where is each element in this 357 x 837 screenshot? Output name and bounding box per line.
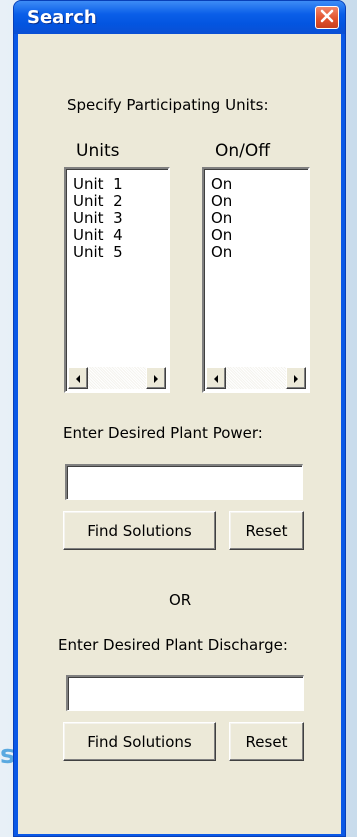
reset-power-button[interactable]: Reset [229, 511, 304, 550]
power-label: Enter Desired Plant Power: [63, 424, 263, 442]
title-bar[interactable]: Search [14, 1, 345, 34]
units-list-item[interactable]: Unit 4 [66, 227, 168, 244]
units-scroll-track[interactable] [88, 367, 146, 389]
instruction-label: Specify Participating Units: [67, 96, 269, 114]
arrow-right-icon [152, 369, 160, 388]
reset-discharge-button[interactable]: Reset [229, 722, 304, 761]
discharge-label: Enter Desired Plant Discharge: [58, 636, 288, 654]
units-list-item[interactable]: Unit 3 [66, 210, 168, 227]
close-button[interactable] [315, 6, 339, 29]
onoff-scroll-right-button[interactable] [286, 367, 306, 389]
dialog-body: Specify Participating Units: Units On/Of… [18, 34, 341, 834]
onoff-scroll-track[interactable] [226, 367, 286, 389]
or-label: OR [169, 591, 192, 609]
onoff-list-item[interactable]: On [204, 193, 308, 210]
units-scroll-right-button[interactable] [146, 367, 166, 389]
units-header: Units [76, 141, 120, 161]
onoff-list-item[interactable]: On [204, 176, 308, 193]
find-solutions-discharge-button[interactable]: Find Solutions [63, 722, 216, 761]
onoff-header: On/Off [215, 141, 270, 161]
units-list-item[interactable]: Unit 5 [66, 244, 168, 261]
onoff-list: On On On On On [204, 169, 308, 261]
arrow-left-icon [212, 369, 220, 388]
discharge-input[interactable] [66, 675, 304, 711]
onoff-list-item[interactable]: On [204, 210, 308, 227]
window-title: Search [27, 7, 97, 28]
onoff-listbox[interactable]: On On On On On [202, 167, 310, 393]
units-list-item[interactable]: Unit 1 [66, 176, 168, 193]
arrow-left-icon [74, 369, 82, 388]
onoff-list-item[interactable]: On [204, 227, 308, 244]
power-input[interactable] [65, 464, 303, 500]
search-window: Search Specify Participating Units: Unit… [13, 0, 346, 837]
onoff-scroll-left-button[interactable] [206, 367, 226, 389]
units-list: Unit 1 Unit 2 Unit 3 Unit 4 Unit 5 [66, 169, 168, 261]
units-scrollbar[interactable] [68, 367, 166, 389]
arrow-right-icon [292, 369, 300, 388]
units-scroll-left-button[interactable] [68, 367, 88, 389]
onoff-list-item[interactable]: On [204, 244, 308, 261]
close-icon [320, 8, 334, 27]
units-list-item[interactable]: Unit 2 [66, 193, 168, 210]
units-listbox[interactable]: Unit 1 Unit 2 Unit 3 Unit 4 Unit 5 [64, 167, 170, 393]
find-solutions-power-button[interactable]: Find Solutions [63, 511, 216, 550]
onoff-scrollbar[interactable] [206, 367, 306, 389]
